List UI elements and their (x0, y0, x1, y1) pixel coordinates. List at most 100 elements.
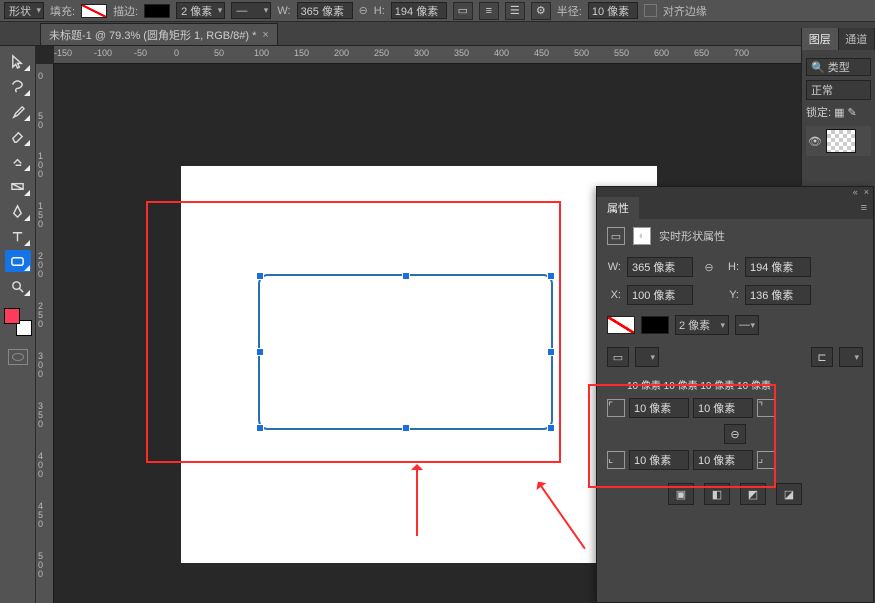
zoom-tool[interactable] (5, 275, 31, 297)
handle-tr[interactable] (547, 272, 555, 280)
stroke-align-inside[interactable]: ▭ (607, 347, 629, 367)
x-prop-label: X: (607, 289, 621, 301)
panel-menu-icon[interactable]: ≡ (855, 197, 873, 219)
corner-br-icon: ⌟ (757, 451, 775, 469)
height-input[interactable] (391, 2, 447, 19)
collapse-icon: « (853, 187, 858, 197)
options-bar: 形状 填充: 描边: 2 像素 — W: ⊖ H: ▭ ≡ ☰ ⚙ 半径: 对齐… (0, 0, 875, 22)
link-wh-icon[interactable]: ⊖ (699, 257, 719, 277)
document-title: 未标题-1 @ 79.3% (圆角矩形 1, RGB/8#) * (49, 27, 256, 43)
fill-swatch[interactable] (81, 4, 107, 18)
prop-stroke-width[interactable]: 2 像素 (675, 315, 729, 335)
mask-icon: ◐ (633, 227, 651, 245)
lock-row: 锁定: ▦ ✎ (806, 104, 871, 120)
prop-height-input[interactable] (745, 257, 811, 277)
corner-br-input[interactable] (693, 450, 753, 470)
handle-tm[interactable] (402, 272, 410, 280)
document-tab-bar: 未标题-1 @ 79.3% (圆角矩形 1, RGB/8#) * × (0, 22, 875, 46)
h-label: H: (374, 5, 385, 17)
type-tool[interactable] (5, 225, 31, 247)
tool-palette (0, 46, 36, 603)
healing-tool[interactable] (5, 150, 31, 172)
shape-icon: ▭ (607, 227, 625, 245)
handle-mr[interactable] (547, 348, 555, 356)
gradient-tool[interactable] (5, 175, 31, 197)
width-input[interactable] (297, 2, 353, 19)
handle-bl[interactable] (256, 424, 264, 432)
corner-tr-icon: ⌝ (757, 399, 775, 417)
w-prop-label: W: (607, 261, 621, 273)
align-edges-checkbox[interactable] (644, 4, 657, 17)
stroke-style-select[interactable]: — (231, 2, 271, 19)
w-label: W: (277, 5, 290, 17)
ruler-horizontal: -150 -100 -50 0 50 100 150 200 250 300 3… (54, 46, 801, 64)
layer-row[interactable]: 👁 (806, 126, 871, 156)
prop-fill-swatch[interactable] (607, 316, 635, 334)
y-prop-label: Y: (725, 289, 739, 301)
h-prop-label: H: (725, 261, 739, 273)
radius-label: 半径: (557, 3, 582, 19)
corner-summary: 10 像素 10 像素 10 像素 10 像素 (607, 375, 863, 393)
brush-tool[interactable] (5, 100, 31, 122)
path-ops-icon[interactable]: ▭ (453, 2, 473, 20)
properties-heading: ▭ ◐ 实时形状属性 (597, 219, 873, 253)
lasso-tool[interactable] (5, 75, 31, 97)
layer-thumbnail[interactable] (826, 129, 856, 153)
corner-tl-icon: ⌜ (607, 399, 625, 417)
properties-panel: «× 属性 ≡ ▭ ◐ 实时形状属性 W: ⊖ H: X: Y: 2 像素 — … (596, 186, 874, 603)
lock-pixels-icon[interactable]: ▦ (834, 106, 844, 119)
cap-style[interactable]: ⊏ (811, 347, 833, 367)
corner-tl-input[interactable] (629, 398, 689, 418)
document-tab[interactable]: 未标题-1 @ 79.3% (圆角矩形 1, RGB/8#) * × (40, 23, 278, 45)
stroke-label: 描边: (113, 3, 138, 19)
radius-input[interactable] (588, 2, 638, 19)
link-corners-button[interactable]: ⊖ (724, 424, 746, 444)
prop-stroke-style[interactable]: — (735, 315, 759, 335)
quick-mask-icon[interactable] (8, 349, 28, 365)
handle-bm[interactable] (402, 424, 410, 432)
align-edges-label: 对齐边缘 (663, 3, 707, 19)
fill-label: 填充: (50, 3, 75, 19)
path-op-subtract[interactable]: ◧ (704, 483, 730, 505)
corner-tr-input[interactable] (693, 398, 753, 418)
ruler-vertical: 0 50 100 150 200 250 300 350 400 450 500 (36, 64, 54, 603)
prop-x-input[interactable] (627, 285, 693, 305)
handle-br[interactable] (547, 424, 555, 432)
link-wh-icon[interactable]: ⊖ (359, 4, 368, 17)
stroke-swatch[interactable] (144, 4, 170, 18)
corner-bl-input[interactable] (629, 450, 689, 470)
path-op-combine[interactable]: ▣ (668, 483, 694, 505)
close-tab-icon[interactable]: × (262, 29, 268, 41)
handle-tl[interactable] (256, 272, 264, 280)
properties-tab[interactable]: 属性 (597, 197, 639, 219)
layer-filter[interactable]: 🔍类型 (806, 58, 871, 76)
channels-tab[interactable]: 通道 (839, 28, 875, 50)
stroke-width-select[interactable]: 2 像素 (176, 2, 225, 19)
panel-grip[interactable]: «× (597, 187, 873, 197)
close-panel-icon: × (864, 187, 869, 197)
layers-tab[interactable]: 图层 (802, 28, 839, 50)
move-tool[interactable] (5, 50, 31, 72)
lock-brush-icon[interactable]: ✎ (847, 106, 856, 119)
cap-select[interactable] (839, 347, 863, 367)
stroke-align-select[interactable] (635, 347, 659, 367)
rounded-rectangle-shape[interactable] (258, 274, 553, 430)
corner-bl-icon: ⌞ (607, 451, 625, 469)
pen-tool[interactable] (5, 200, 31, 222)
path-op-intersect[interactable]: ◩ (740, 483, 766, 505)
prop-stroke-swatch[interactable] (641, 316, 669, 334)
fg-bg-colors[interactable] (4, 308, 32, 336)
handle-ml[interactable] (256, 348, 264, 356)
shape-mode-select[interactable]: 形状 (4, 2, 44, 19)
gear-icon[interactable]: ⚙ (531, 2, 551, 20)
align-icon[interactable]: ≡ (479, 2, 499, 20)
prop-y-input[interactable] (745, 285, 811, 305)
rounded-rectangle-tool[interactable] (5, 250, 31, 272)
blend-mode-select[interactable]: 正常 (806, 80, 871, 100)
annotation-arrow-1 (416, 466, 418, 536)
path-op-exclude[interactable]: ◪ (776, 483, 802, 505)
eraser-tool[interactable] (5, 125, 31, 147)
visibility-icon[interactable]: 👁 (808, 135, 822, 148)
prop-width-input[interactable] (627, 257, 693, 277)
arrange-icon[interactable]: ☰ (505, 2, 525, 20)
